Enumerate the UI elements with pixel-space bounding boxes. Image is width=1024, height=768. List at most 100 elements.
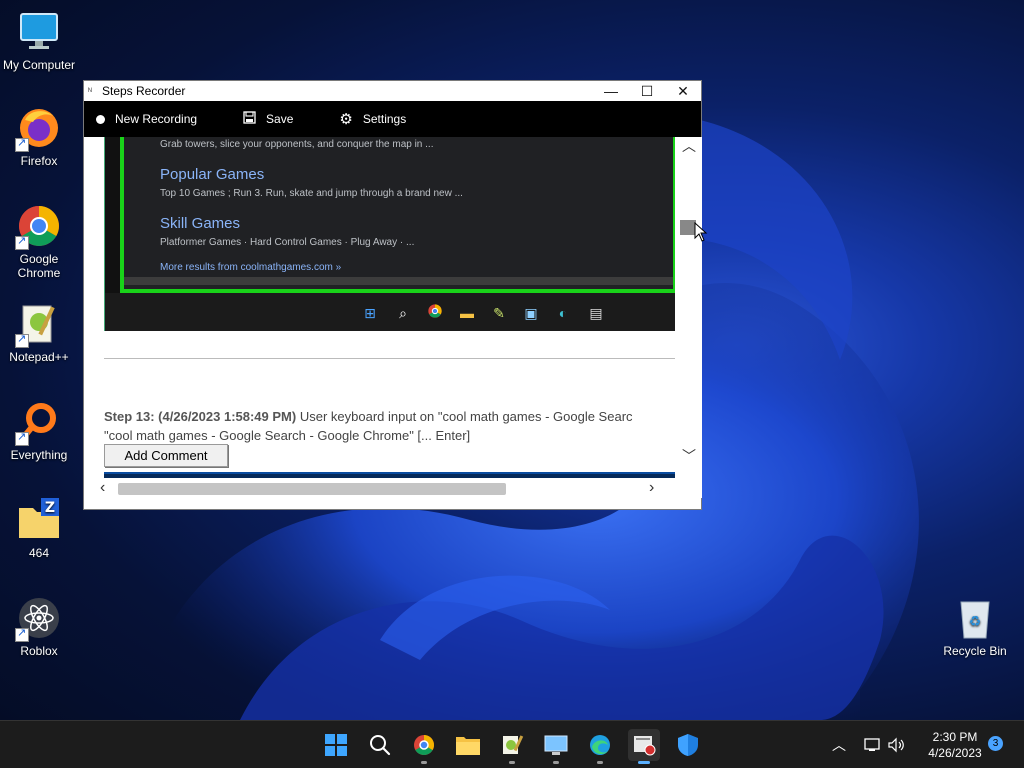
desktop-icon-label: Roblox [20,644,58,658]
shield-icon [678,734,698,756]
screenshot-taskbar: ⊞ ⌕ ▬ ✎ ▣ ◐ ▤ [105,293,675,331]
desktop-icon-label: 464 [28,546,50,560]
desktop-icon-label: Notepad++ [9,350,69,364]
minimize-button[interactable]: — [593,81,629,101]
new-recording-button[interactable]: New Recording [96,112,197,127]
notepad-plus-plus-icon [503,735,524,754]
step-text-line1: User keyboard input on "cool math games … [299,409,633,424]
network-icon[interactable] [864,721,882,768]
desktop-icon-label: Recycle Bin [943,644,1007,658]
record-dot-icon [96,112,105,127]
desktop-icon-label: Everything [10,448,68,462]
save-disk-icon [243,111,256,127]
taskbar-edge-button[interactable] [584,729,616,764]
result-snippet: Top 10 Games ; Run 3. Run, skate and jum… [160,188,463,199]
chrome-icon [414,735,434,755]
steps-recorder-window: ᴺ Steps Recorder — ☐ ✕ New Recording Sav… [83,80,702,510]
save-button[interactable]: Save [243,111,293,127]
maximize-button[interactable]: ☐ [629,81,665,101]
scroll-down-icon[interactable]: ﹀ [681,446,697,466]
desktop-icon-label: Firefox [20,154,58,168]
result-title: Skill Games [160,215,241,232]
step-divider [104,358,675,359]
scroll-left-icon[interactable]: ‹ [100,479,105,497]
step-screenshot: Grab towers, slice your opponents, and c… [104,137,675,331]
notification-badge[interactable]: 3 [988,736,1003,751]
vertical-scrollbar[interactable]: ︿ ﹀ [675,137,702,478]
show-hidden-icons-button[interactable]: ︿ [832,721,846,768]
horizontal-scrollbar[interactable]: ‹ › [84,478,702,498]
monitor-icon [15,8,63,56]
result-title: Popular Games [160,166,265,183]
step-label: Step 13: (4/26/2023 1:58:49 PM) [104,409,297,424]
taskbar-file-explorer-button[interactable] [452,729,484,761]
notepad-plus-plus-icon [15,300,63,348]
recording-content-pane[interactable]: Grab towers, slice your opponents, and c… [84,137,675,478]
gear-icon: ⚙ [339,111,353,128]
everything-search-icon [15,398,63,446]
more-results-link: More results from coolmathgames.com » [160,262,342,273]
edge-icon [590,735,610,755]
steps-recorder-icon: ▤ [589,305,603,321]
mouse-cursor-icon [694,222,708,242]
desktop-icon-google-chrome[interactable]: Google Chrome [1,202,77,280]
desktop-icon-464[interactable]: Z 464 [1,496,77,560]
folder-icon [456,737,480,755]
taskbar-notepad-plus-plus-button[interactable] [496,729,528,764]
scroll-up-icon[interactable]: ︿ [681,136,697,156]
notepad-plus-plus-icon: ✎ [493,305,505,321]
taskbar-steps-recorder-button[interactable] [628,729,660,764]
desktop-icon-roblox[interactable]: Roblox [1,594,77,658]
search-icon [370,735,391,756]
step-text-line2: "cool math games - Google Search - Googl… [104,428,471,443]
zip-folder-icon: Z [15,496,63,544]
taskbar-search-button[interactable] [364,729,396,761]
taskbar: ︿ 2:30 PM 4/26/2023 [0,720,1024,768]
desktop-icon-label: Google Chrome [17,252,61,280]
step-description: Step 13: (4/26/2023 1:58:49 PM) User key… [104,407,675,445]
add-comment-button[interactable]: Add Comment [104,444,228,467]
clock-time: 2:30 PM [932,730,978,744]
desktop-icon-everything[interactable]: Everything [1,398,77,462]
remote-desktop-icon: ▣ [524,305,538,321]
horizontal-scroll-thumb[interactable] [118,483,506,495]
file-explorer-icon: ▬ [460,305,474,321]
result-snippet: Grab towers, slice your opponents, and c… [160,139,434,150]
desktop-icon-my-computer[interactable]: My Computer [1,8,77,72]
taskbar-remote-desktop-button[interactable] [540,729,572,764]
scroll-right-icon[interactable]: › [649,479,654,497]
firefox-icon [15,104,63,152]
windows-start-icon: ⊞ [364,305,376,321]
start-button[interactable] [320,729,352,761]
desktop-icon-firefox[interactable]: Firefox [1,104,77,168]
new-recording-label: New Recording [115,112,198,126]
desktop-icon-notepad-plus-plus[interactable]: Notepad++ [1,300,77,364]
svg-text:♻: ♻ [969,614,982,630]
desktop-icon-label: My Computer [2,58,76,72]
taskbar-chrome-button[interactable] [408,729,440,764]
steps-recorder-icon [634,736,656,756]
close-button[interactable]: ✕ [665,81,701,101]
chrome-icon [425,303,445,323]
taskbar-windows-security-button[interactable] [672,729,704,761]
remote-desktop-icon [544,735,568,755]
system-clock[interactable]: 2:30 PM 4/26/2023 [910,729,1000,761]
windows-logo-icon [325,734,347,756]
title-bar[interactable]: ᴺ Steps Recorder — ☐ ✕ [84,81,701,101]
settings-button[interactable]: ⚙ Settings [339,110,406,128]
roblox-atom-icon [15,594,63,642]
svg-text:Z: Z [45,500,55,516]
steps-recorder-app-icon: ᴺ [88,86,92,96]
highlighted-region: Grab towers, slice your opponents, and c… [120,137,675,293]
window-title: Steps Recorder [102,84,186,98]
search-icon: ⌕ [399,305,407,321]
volume-icon[interactable] [888,721,906,768]
screenshot-scrollbar [124,277,673,285]
save-label: Save [266,112,294,126]
edge-icon: ◐ [558,305,568,321]
chevron-up-icon: ︿ [832,737,846,753]
recorder-toolbar: New Recording Save ⚙ Settings [84,101,701,137]
desktop-icon-recycle-bin[interactable]: ♻ Recycle Bin [937,594,1013,658]
result-snippet: Platformer Games · Hard Control Games · … [160,237,415,248]
clock-date: 4/26/2023 [928,746,982,760]
